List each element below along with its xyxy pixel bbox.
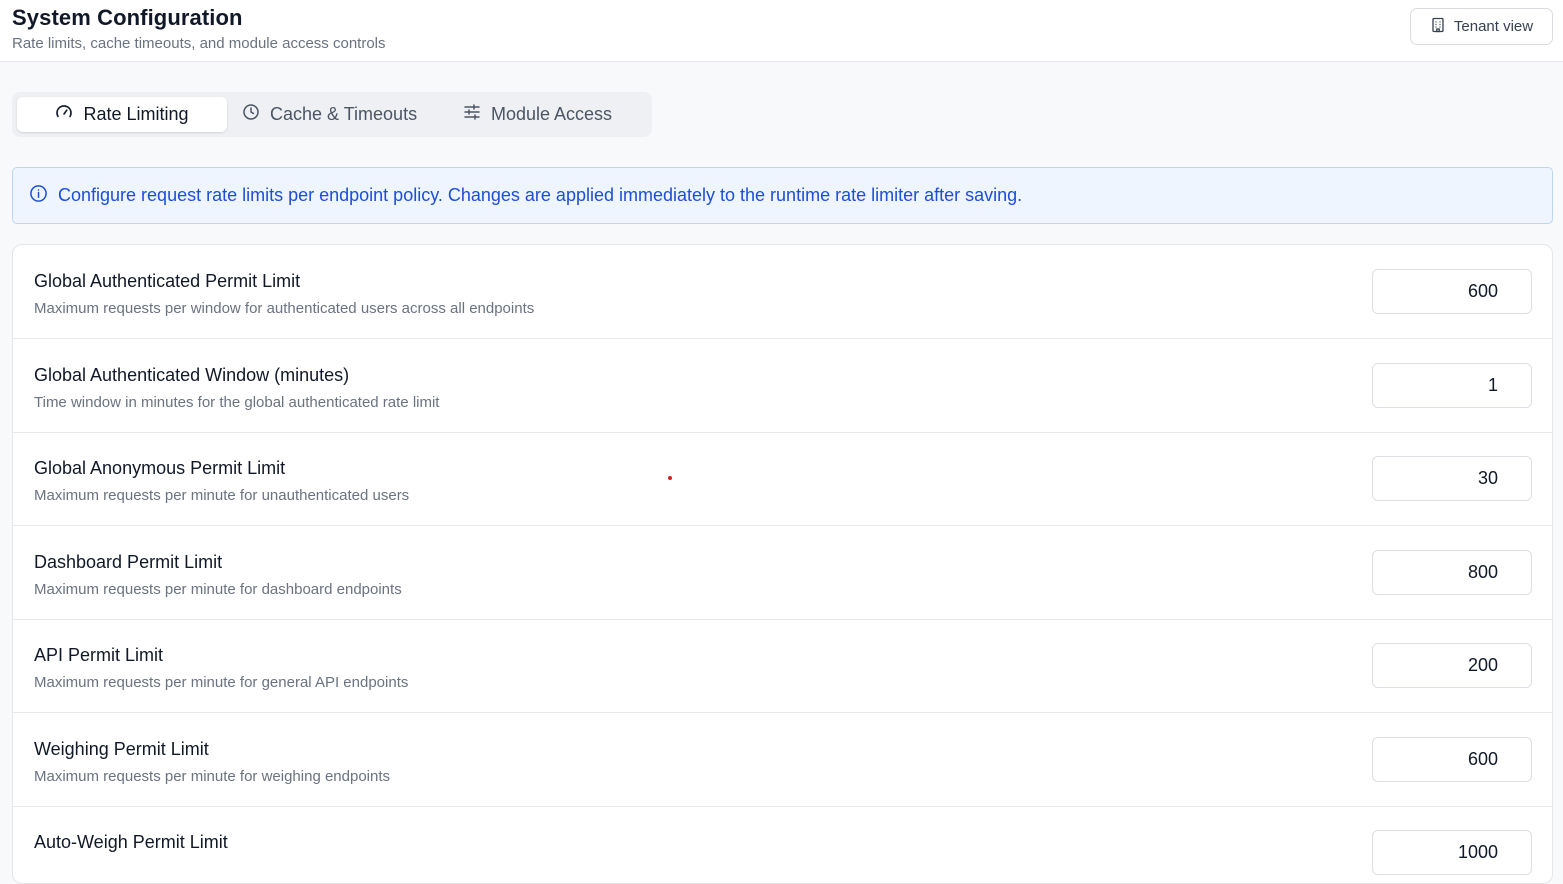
setting-description: Maximum requests per minute for weighing… bbox=[34, 768, 391, 785]
tab-cache-timeouts[interactable]: Cache & Timeouts bbox=[228, 97, 431, 132]
mouse-cursor-marker bbox=[668, 476, 672, 480]
global-anonymous-permit-limit-input[interactable] bbox=[1372, 456, 1532, 501]
setting-row: Global Authenticated Window (minutes) Ti… bbox=[13, 339, 1552, 433]
setting-title: Global Authenticated Permit Limit bbox=[34, 271, 301, 291]
gauge-icon bbox=[55, 103, 73, 126]
setting-description: Maximum requests per minute for unauthen… bbox=[34, 487, 410, 504]
page-subtitle: Rate limits, cache timeouts, and module … bbox=[12, 35, 386, 52]
auto-weigh-permit-limit-input[interactable] bbox=[1372, 830, 1532, 875]
setting-description: Maximum requests per minute for dashboar… bbox=[34, 581, 402, 598]
info-banner: Configure request rate limits per endpoi… bbox=[12, 167, 1553, 224]
tab-label: Module Access bbox=[491, 104, 613, 124]
settings-tabs: Rate Limiting Cache & Timeouts Module Ac… bbox=[12, 92, 652, 137]
setting-description: Maximum requests per minute for general … bbox=[34, 674, 409, 691]
setting-row: Global Authenticated Permit Limit Maximu… bbox=[13, 245, 1552, 339]
setting-description: Time window in minutes for the global au… bbox=[34, 394, 440, 411]
info-banner-text: Configure request rate limits per endpoi… bbox=[58, 185, 1023, 205]
tab-label: Rate Limiting bbox=[83, 104, 189, 124]
dashboard-permit-limit-input[interactable] bbox=[1372, 550, 1532, 595]
page-title: System Configuration bbox=[12, 5, 243, 30]
setting-row: API Permit Limit Maximum requests per mi… bbox=[13, 619, 1552, 713]
setting-row: Auto-Weigh Permit Limit bbox=[13, 806, 1552, 883]
weighing-permit-limit-input[interactable] bbox=[1372, 737, 1532, 782]
setting-row: Global Anonymous Permit Limit Maximum re… bbox=[13, 432, 1552, 526]
page-header: System Configuration Rate limits, cache … bbox=[0, 0, 1563, 62]
api-permit-limit-input[interactable] bbox=[1372, 643, 1532, 688]
setting-title: API Permit Limit bbox=[34, 645, 164, 665]
sliders-icon bbox=[463, 103, 481, 126]
global-authenticated-permit-limit-input[interactable] bbox=[1372, 269, 1532, 314]
tab-rate-limiting[interactable]: Rate Limiting bbox=[17, 97, 227, 132]
setting-row: Dashboard Permit Limit Maximum requests … bbox=[13, 526, 1552, 620]
rate-limit-settings-card: Global Authenticated Permit Limit Maximu… bbox=[12, 244, 1553, 884]
tab-label: Cache & Timeouts bbox=[270, 104, 418, 124]
tenant-view-label: Tenant view bbox=[1453, 18, 1534, 35]
building-icon bbox=[1430, 17, 1446, 37]
tab-module-access[interactable]: Module Access bbox=[449, 97, 626, 132]
setting-title: Dashboard Permit Limit bbox=[34, 552, 223, 572]
setting-title: Global Anonymous Permit Limit bbox=[34, 458, 286, 478]
setting-title: Global Authenticated Window (minutes) bbox=[34, 365, 350, 385]
setting-title: Weighing Permit Limit bbox=[34, 739, 209, 759]
info-icon bbox=[29, 184, 48, 208]
tenant-view-button[interactable]: Tenant view bbox=[1410, 8, 1553, 45]
global-authenticated-window-input[interactable] bbox=[1372, 363, 1532, 408]
setting-title: Auto-Weigh Permit Limit bbox=[34, 832, 228, 852]
setting-description: Maximum requests per window for authenti… bbox=[34, 300, 535, 317]
clock-icon bbox=[242, 103, 260, 126]
setting-row: Weighing Permit Limit Maximum requests p… bbox=[13, 713, 1552, 807]
